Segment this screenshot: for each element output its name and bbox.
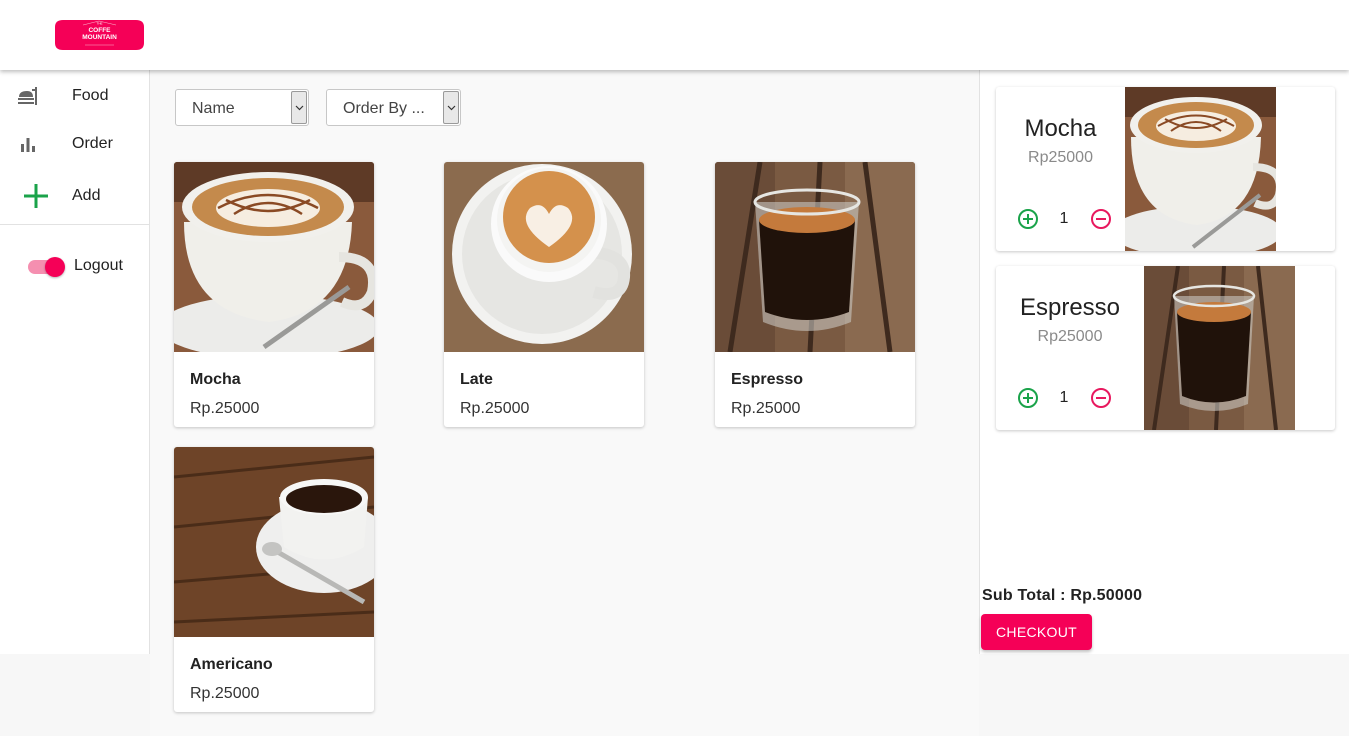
logout-toggle[interactable] (28, 256, 66, 277)
add-quantity-icon[interactable] (1017, 387, 1039, 409)
remove-quantity-icon[interactable] (1090, 387, 1112, 409)
chevron-down-icon (443, 91, 459, 124)
product-name: Espresso (731, 371, 804, 388)
subtotal-text: Sub Total : Rp.50000 (982, 587, 1143, 604)
sidebar-item-label: Food (72, 87, 109, 104)
checkout-button[interactable]: CHECKOUT (981, 614, 1092, 650)
sidebar: Food Order Add Logout (0, 70, 150, 654)
mocha-latte-art-photo (1125, 87, 1276, 251)
sidebar-divider (0, 224, 149, 225)
product-name: Mocha (190, 371, 241, 388)
logo-line-2: MOUNTAIN (82, 34, 117, 41)
product-catalog: Name Order By ... Mocha Rp.25000 Late Rp… (150, 70, 979, 736)
logout-label: Logout (74, 257, 123, 274)
plus-icon (22, 182, 50, 210)
logo-small-text: THE (97, 22, 103, 26)
top-app-bar: THE COFFE MOUNTAIN (0, 0, 1349, 70)
product-name: Late (460, 371, 493, 388)
remove-quantity-icon[interactable] (1090, 208, 1112, 230)
food-tray-icon (16, 84, 40, 108)
cart-item-name: Mocha (1024, 115, 1097, 142)
product-card-mocha[interactable]: Mocha Rp.25000 (174, 162, 374, 427)
product-price: Rp.25000 (190, 685, 260, 702)
cart-panel: Mocha Rp25000 1 Espresso Rp25000 1 Sub T… (979, 70, 1349, 654)
sidebar-item-label: Order (72, 135, 113, 152)
toggle-thumb (45, 257, 65, 277)
cart-item-name: Espresso (1019, 294, 1121, 321)
cart-item-price: Rp25000 (1028, 149, 1093, 166)
cart-item-espresso: Espresso Rp25000 1 (996, 266, 1335, 430)
espresso-shot-glass-photo (1144, 266, 1295, 430)
cart-item-quantity: 1 (1059, 389, 1069, 406)
cart-item-quantity: 1 (1059, 210, 1069, 227)
order-by-value: Order By ... (343, 100, 425, 117)
espresso-shot-glass-photo (715, 162, 915, 352)
heart-latte-photo (444, 162, 644, 352)
sidebar-item-food[interactable]: Food (0, 76, 149, 116)
logo-line-1: COFFE (88, 27, 111, 34)
product-price: Rp.25000 (731, 400, 801, 417)
sidebar-item-label: Add (72, 187, 101, 204)
americano-cup-photo (174, 447, 374, 637)
coffe-mountain-logo[interactable]: THE COFFE MOUNTAIN (55, 17, 144, 53)
mocha-latte-art-photo (174, 162, 374, 352)
product-card-americano[interactable]: Americano Rp.25000 (174, 447, 374, 712)
bar-chart-icon (16, 132, 40, 156)
cart-item-mocha: Mocha Rp25000 1 (996, 87, 1335, 251)
product-card-espresso[interactable]: Espresso Rp.25000 (715, 162, 915, 427)
cart-item-price: Rp25000 (1037, 328, 1103, 345)
order-by-select[interactable]: Order By ... (326, 89, 461, 126)
add-quantity-icon[interactable] (1017, 208, 1039, 230)
sidebar-item-order[interactable]: Order (0, 124, 149, 164)
product-price: Rp.25000 (190, 400, 260, 417)
product-name: Americano (190, 656, 273, 673)
product-card-late[interactable]: Late Rp.25000 (444, 162, 644, 427)
sidebar-item-add[interactable]: Add (0, 176, 149, 216)
sort-name-value: Name (192, 100, 235, 117)
sort-name-select[interactable]: Name (175, 89, 309, 126)
chevron-down-icon (291, 91, 307, 124)
product-price: Rp.25000 (460, 400, 530, 417)
